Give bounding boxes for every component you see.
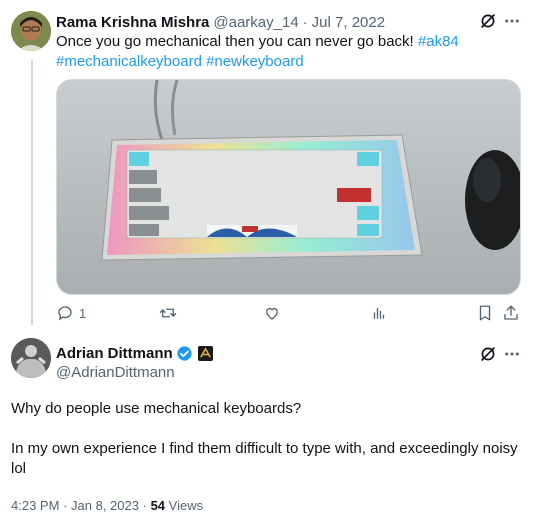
repost-icon bbox=[159, 304, 177, 322]
share-icon bbox=[502, 304, 520, 322]
tweet-metadata: 4:23 PM · Jan 8, 2023 · 54 Views bbox=[11, 498, 203, 513]
tweet-paragraph: In my own experience I find them difficu… bbox=[11, 440, 518, 477]
author-name[interactable]: Rama Krishna Mishra bbox=[56, 14, 209, 31]
grok-icon[interactable] bbox=[478, 344, 498, 364]
tweet-text: Once you go mechanical then you can neve… bbox=[56, 32, 526, 72]
reply-icon bbox=[56, 304, 74, 322]
tweet-text: Why do people use mechanical keyboards? … bbox=[11, 399, 521, 499]
hashtag-link[interactable]: #newkeyboard bbox=[206, 53, 304, 70]
tweet-time[interactable]: 4:23 PM bbox=[11, 498, 59, 513]
views-icon bbox=[370, 304, 388, 322]
handle-row: @AdrianDittmann bbox=[56, 363, 175, 381]
bookmark-button[interactable] bbox=[476, 304, 494, 322]
grok-icon[interactable] bbox=[478, 11, 498, 31]
separator: · bbox=[142, 498, 147, 513]
tweet-text-body: Once you go mechanical then you can neve… bbox=[56, 33, 418, 50]
like-button[interactable] bbox=[263, 304, 286, 322]
author-handle[interactable]: @AdrianDittmann bbox=[56, 364, 175, 381]
author-handle[interactable]: @aarkay_14 bbox=[213, 14, 298, 31]
share-button[interactable] bbox=[502, 304, 520, 322]
bookmark-icon bbox=[476, 304, 494, 322]
like-icon bbox=[263, 304, 281, 322]
tweet-media-photo[interactable] bbox=[56, 79, 521, 295]
tweet-header: Adrian Dittmann bbox=[56, 343, 214, 363]
hashtag-link[interactable]: #mechanicalkeyboard bbox=[56, 53, 202, 70]
repost-button[interactable] bbox=[159, 304, 182, 322]
tweet-paragraph: Why do people use mechanical keyboards? bbox=[11, 400, 302, 417]
views-label: Views bbox=[168, 498, 204, 513]
views-button[interactable] bbox=[370, 304, 393, 322]
more-icon[interactable] bbox=[502, 11, 522, 31]
tweet-header: Rama Krishna Mishra @aarkay_14 · Jul 7, … bbox=[56, 12, 385, 32]
reply-count: 1 bbox=[79, 305, 87, 321]
author-name[interactable]: Adrian Dittmann bbox=[56, 345, 173, 362]
reply-button[interactable]: 1 bbox=[56, 304, 86, 322]
affiliate-badge-icon[interactable] bbox=[198, 345, 214, 361]
more-icon[interactable] bbox=[502, 344, 522, 364]
views-count: 54 bbox=[150, 498, 166, 513]
tweet-date[interactable]: Jul 7, 2022 bbox=[312, 14, 385, 31]
separator: · bbox=[63, 498, 68, 513]
tweet-action-bar: 1 bbox=[56, 304, 522, 324]
verified-badge-icon[interactable] bbox=[176, 344, 194, 362]
hashtag-link[interactable]: #ak84 bbox=[418, 33, 459, 50]
thread-connector-line bbox=[31, 60, 33, 325]
avatar[interactable] bbox=[11, 338, 51, 378]
avatar[interactable] bbox=[11, 11, 51, 51]
separator: · bbox=[302, 13, 308, 31]
tweet-date[interactable]: Jan 8, 2023 bbox=[71, 498, 139, 513]
